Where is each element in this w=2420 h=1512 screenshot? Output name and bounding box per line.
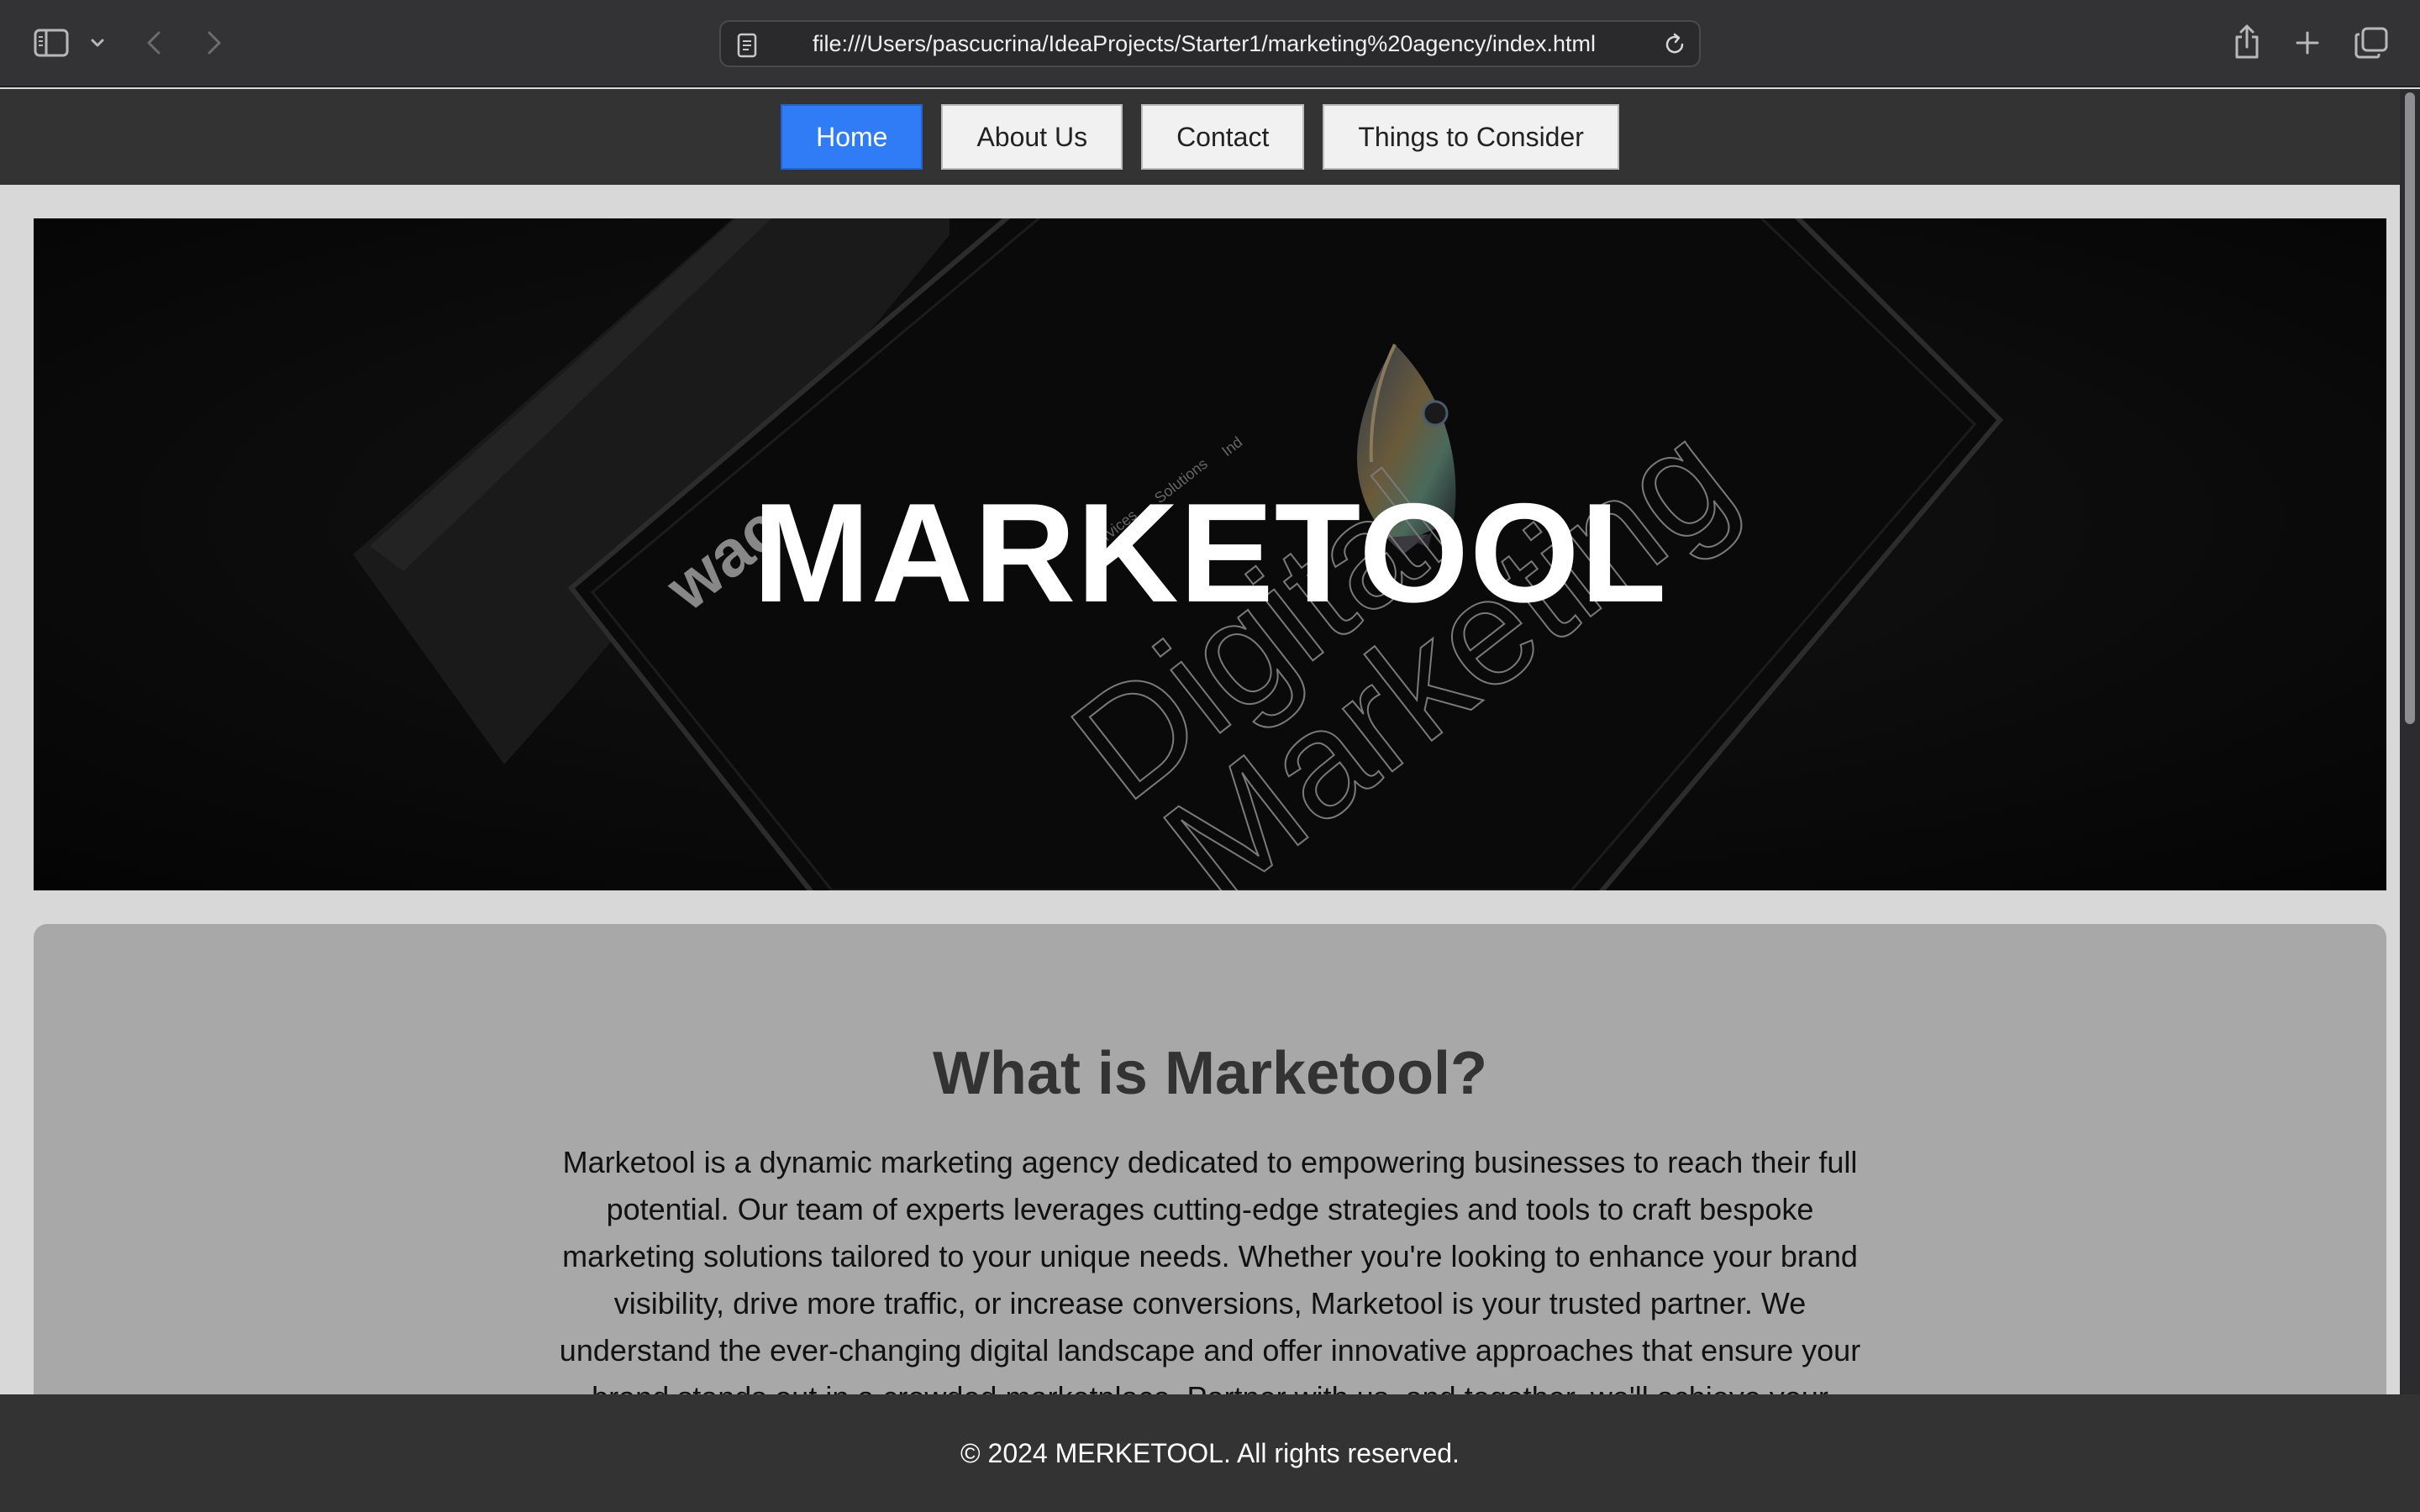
site-navigation: Home About Us Contact Things to Consider (0, 89, 2400, 185)
address-bar[interactable]: file:///Users/pascucrina/IdeaProjects/St… (719, 20, 1701, 67)
hero-banner: Services Solutions Ind wac Digital Marke… (34, 218, 2386, 890)
sidebar-toggle-button[interactable] (32, 25, 71, 60)
tabs-overview-icon (2354, 27, 2388, 59)
url-text[interactable]: file:///Users/pascucrina/IdeaProjects/St… (768, 22, 1640, 66)
nav-home-link[interactable]: Home (781, 104, 923, 170)
reload-button[interactable] (1662, 32, 1687, 57)
reload-icon (1665, 33, 1684, 54)
browser-toolbar: file:///Users/pascucrina/IdeaProjects/St… (0, 0, 2420, 87)
new-tab-button[interactable] (2291, 25, 2324, 60)
about-title: What is Marketool? (932, 1040, 1488, 1107)
forward-arrow-icon (208, 31, 221, 55)
share-button[interactable] (2230, 22, 2264, 62)
forward-button[interactable] (200, 25, 229, 60)
chevron-down-icon (91, 39, 104, 47)
page-icon (737, 33, 757, 58)
back-arrow-icon (147, 31, 160, 55)
nav-things-to-consider-link[interactable]: Things to Consider (1323, 104, 1619, 170)
tab-overview-button[interactable] (2353, 25, 2390, 60)
nav-contact-link[interactable]: Contact (1141, 104, 1305, 170)
hero-title: MARKETOOL (752, 474, 1668, 632)
sidebar-menu-button[interactable] (87, 30, 108, 55)
page-footer: © 2024 MERKETOOL. All rights reserved. (0, 1394, 2420, 1512)
plus-icon (2296, 31, 2319, 55)
sidebar-icon (34, 29, 69, 57)
back-button[interactable] (139, 25, 168, 60)
footer-copyright: © 2024 MERKETOOL. All rights reserved. (960, 1437, 1460, 1468)
share-icon (2235, 24, 2259, 59)
scrollbar-thumb[interactable] (2405, 92, 2415, 724)
nav-about-link[interactable]: About Us (941, 104, 1123, 170)
